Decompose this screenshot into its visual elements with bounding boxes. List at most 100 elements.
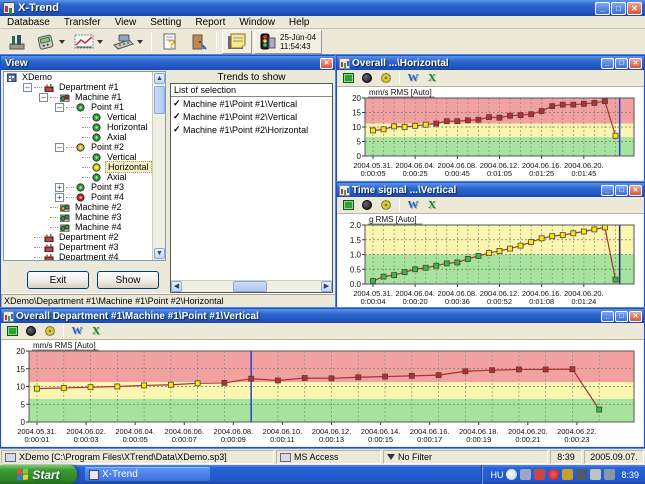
hourglass-icon[interactable] [576, 469, 587, 480]
tree-item-label[interactable]: Point #2 [89, 142, 126, 152]
taskbar-task-xtrend[interactable]: X-Trend [85, 467, 210, 482]
word-export-icon[interactable] [405, 71, 421, 85]
tree-item-label[interactable]: Vertical [105, 112, 139, 122]
tree-item-label[interactable]: Department #1 [57, 82, 121, 92]
maximize-button[interactable]: □ [615, 58, 628, 69]
tree-item-label[interactable]: Machine #1 [73, 92, 124, 102]
excel-export-icon[interactable] [424, 71, 440, 85]
tree-item[interactable]: – Department #1 [4, 82, 152, 92]
tray-collapse-icon[interactable] [506, 469, 517, 480]
chart-type-icon[interactable] [340, 71, 356, 85]
excel-export-icon[interactable] [424, 198, 440, 212]
scheduler-icon[interactable] [562, 469, 573, 480]
close-button[interactable]: ✕ [627, 2, 642, 15]
tree-item-label[interactable]: Department #4 [57, 252, 121, 260]
chart-type-icon[interactable] [4, 324, 20, 338]
mouse-icon[interactable] [590, 469, 601, 480]
trend-list-item[interactable]: ✓Machine #1\Point #1\Vertical [171, 97, 332, 110]
tree-item-label[interactable]: Horizontal [105, 122, 150, 132]
trend-list-item[interactable]: ✓Machine #1\Point #2\Horizontal [171, 123, 332, 136]
close-button[interactable]: ✕ [629, 58, 642, 69]
tree-item[interactable]: Machine #3 [4, 212, 152, 222]
tree-item[interactable]: Department #4 [4, 252, 152, 260]
tree-item[interactable]: Department #2 [4, 232, 152, 242]
exit-button[interactable]: Exit [27, 271, 89, 289]
tree-item[interactable]: Vertical [4, 112, 152, 122]
data-collector-icon[interactable] [32, 30, 68, 54]
dropdown-arrow-icon[interactable] [137, 40, 143, 44]
close-button[interactable]: ✕ [629, 185, 642, 196]
tree-item-label[interactable]: Machine #2 [73, 202, 124, 212]
scroll-down-icon[interactable]: ▼ [154, 248, 165, 259]
scrollbar-thumb[interactable] [233, 281, 267, 292]
menu-item-setting[interactable]: Setting [143, 17, 188, 28]
tree-item-label[interactable]: Axial [105, 172, 129, 182]
tree-vertical-scrollbar[interactable]: ▲ ▼ [152, 72, 165, 260]
tree-item-label[interactable]: Department #3 [57, 242, 121, 252]
close-button[interactable]: ✕ [629, 311, 642, 322]
clock-icon[interactable] [23, 324, 39, 338]
dropdown-arrow-icon[interactable] [59, 40, 65, 44]
trend-chart-plot[interactable]: 201510502004.05.31.0:00:012004.06.02.0:0… [2, 340, 643, 446]
trend-chart-plot[interactable]: 201510502004.05.31.0:00:052004.06.04.0:0… [338, 87, 643, 180]
machine-status-icon[interactable] [4, 30, 30, 54]
tree-item-label[interactable]: Axial [105, 132, 129, 142]
clock-icon[interactable] [359, 198, 375, 212]
word-export-icon[interactable] [405, 198, 421, 212]
tree-item-label[interactable]: Machine #4 [73, 222, 124, 232]
tree-item-label[interactable]: Point #1 [89, 102, 126, 112]
tree-item-label[interactable]: Point #3 [89, 182, 126, 192]
chart-type-icon[interactable] [340, 198, 356, 212]
menu-item-view[interactable]: View [108, 17, 144, 28]
traffic-light-icon[interactable]: 25-Jún-04 11:54:43 [254, 30, 322, 54]
dropdown-arrow-icon[interactable] [97, 40, 103, 44]
tree-item[interactable]: – Point #2 [4, 142, 152, 152]
exit-icon[interactable] [185, 30, 211, 54]
keyboard-locale-indicator[interactable]: HU [490, 470, 503, 480]
tree-item[interactable]: Department #3 [4, 242, 152, 252]
trend-chart-plot[interactable]: 2.01.51.00.50.02004.05.31.0:00:042004.06… [338, 214, 643, 308]
show-button[interactable]: Show [97, 271, 159, 289]
security-alert-icon[interactable] [548, 469, 559, 480]
settings-gear-icon[interactable] [378, 198, 394, 212]
word-export-icon[interactable] [69, 324, 85, 338]
maximize-button[interactable]: □ [615, 185, 628, 196]
display-icon[interactable] [604, 469, 615, 480]
clock-icon[interactable] [359, 71, 375, 85]
scroll-right-icon[interactable]: ▶ [321, 281, 332, 292]
help-icon[interactable]: ? [157, 30, 183, 54]
menu-item-window[interactable]: Window [232, 17, 282, 28]
collapse-icon[interactable]: – [39, 93, 48, 102]
minimize-button[interactable]: _ [601, 185, 614, 196]
messenger-icon[interactable] [520, 469, 531, 480]
collapse-icon[interactable]: – [23, 83, 32, 92]
collapse-icon[interactable]: – [55, 143, 64, 152]
notepad-icon[interactable] [222, 30, 252, 54]
settings-gear-icon[interactable] [378, 71, 394, 85]
minimize-button[interactable]: _ [595, 2, 610, 15]
tree-item[interactable]: + Point #3 [4, 182, 152, 192]
tree-item[interactable]: +Point #4 [4, 192, 152, 202]
start-button[interactable]: Start [0, 465, 77, 484]
tree-item[interactable]: – Machine #1 [4, 92, 152, 102]
menu-item-database[interactable]: Database [0, 17, 57, 28]
view-close-button[interactable]: ✕ [320, 58, 333, 69]
expand-icon[interactable]: + [55, 183, 64, 192]
tree-item[interactable]: – Point #1 [4, 102, 152, 112]
expand-icon[interactable]: + [55, 193, 64, 202]
tree-item-label[interactable]: Machine #3 [73, 212, 124, 222]
taskbar-clock[interactable]: 8:39 [621, 470, 639, 480]
minimize-button[interactable]: _ [601, 311, 614, 322]
measurement-device-icon[interactable] [108, 30, 146, 54]
tree-item[interactable]: Axial [4, 172, 152, 182]
excel-export-icon[interactable] [88, 324, 104, 338]
scroll-up-icon[interactable]: ▲ [154, 73, 165, 84]
maximize-button[interactable]: □ [611, 2, 626, 15]
menu-item-help[interactable]: Help [282, 17, 317, 28]
trend-list-item[interactable]: ✓Machine #1\Point #2\Vertical [171, 110, 332, 123]
tree-item-label[interactable]: Department #2 [57, 232, 121, 242]
collapse-icon[interactable]: – [55, 103, 64, 112]
maximize-button[interactable]: □ [615, 311, 628, 322]
tree-item-label[interactable]: XDemo [20, 72, 54, 82]
tree-item[interactable]: XDemo [4, 72, 152, 82]
